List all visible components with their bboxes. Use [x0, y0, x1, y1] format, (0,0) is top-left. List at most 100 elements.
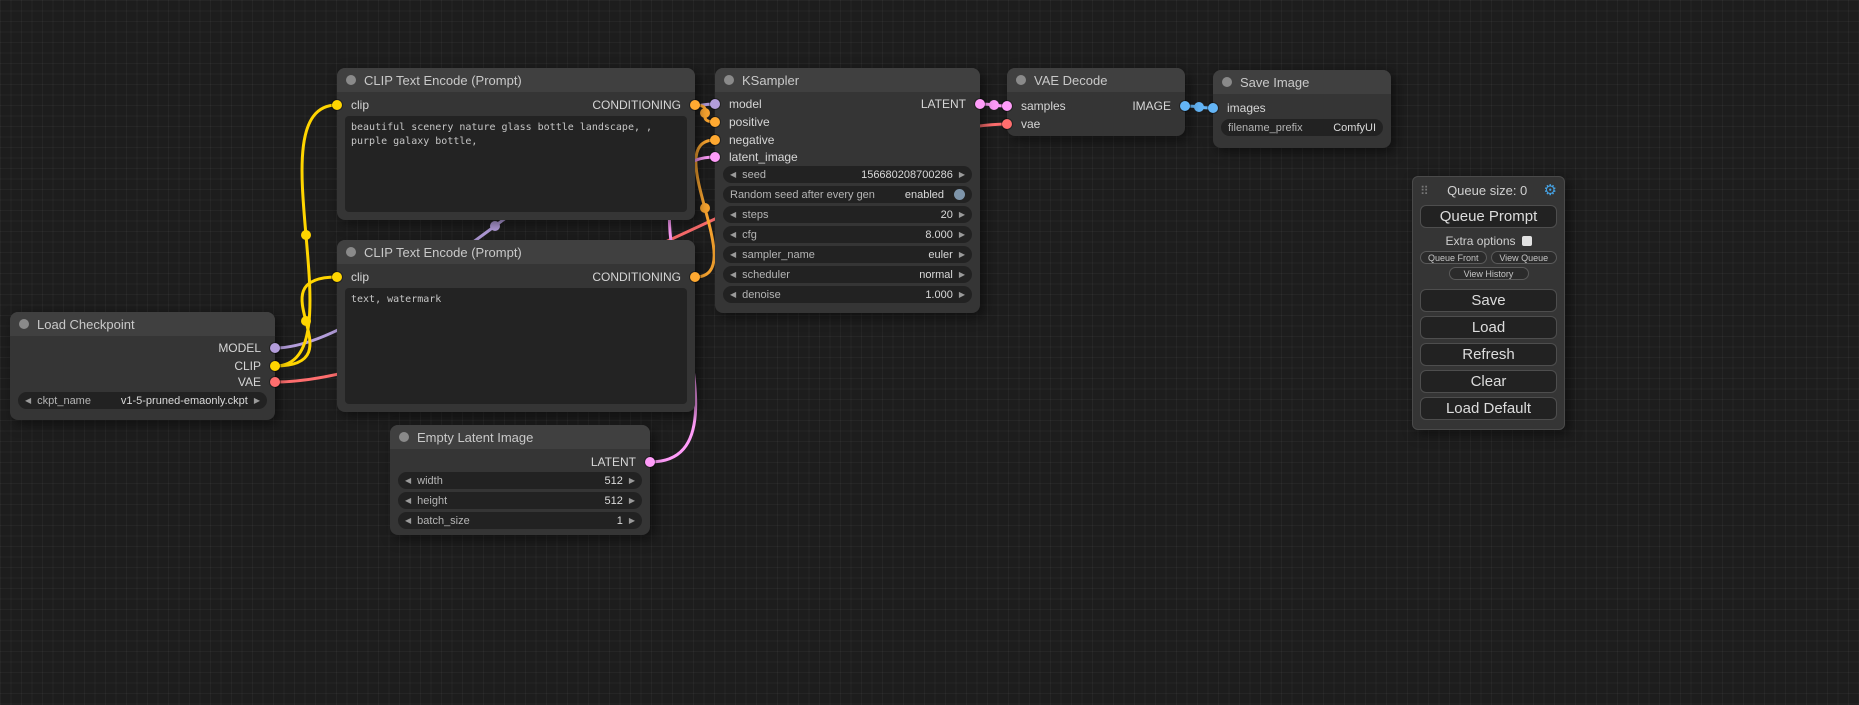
decrement-icon[interactable]: ◀: [730, 211, 736, 219]
input-port-latent-image[interactable]: latent_image: [715, 149, 798, 165]
latent-port-dot[interactable]: [1002, 101, 1012, 111]
conditioning-port-dot[interactable]: [690, 272, 700, 282]
positive-prompt-textarea[interactable]: beautiful scenery nature glass bottle la…: [345, 116, 687, 212]
queue-panel[interactable]: ⠿ Queue size: 0 ⚙ Queue Prompt Extra opt…: [1412, 176, 1565, 430]
decrement-icon[interactable]: ◀: [730, 271, 736, 279]
node-save-image[interactable]: Save Image images filename_prefix ComfyU…: [1213, 70, 1391, 148]
decrement-icon[interactable]: ◀: [25, 397, 31, 405]
vae-port-dot[interactable]: [270, 377, 280, 387]
view-queue-button[interactable]: View Queue: [1491, 251, 1558, 264]
toggle-knob-icon[interactable]: [954, 189, 965, 200]
conditioning-port-dot[interactable]: [710, 117, 720, 127]
clip-positive-title-bar[interactable]: CLIP Text Encode (Prompt): [337, 68, 695, 92]
wire-midpoint-dot[interactable]: [989, 100, 999, 110]
collapse-icon[interactable]: [19, 319, 29, 329]
gear-icon[interactable]: ⚙: [1544, 183, 1557, 198]
clip-port-dot[interactable]: [270, 361, 280, 371]
save-button[interactable]: Save: [1420, 289, 1557, 312]
increment-icon[interactable]: ▶: [629, 517, 635, 525]
ksampler-title-bar[interactable]: KSampler: [715, 68, 980, 92]
increment-icon[interactable]: ▶: [629, 497, 635, 505]
input-port-vae[interactable]: vae: [1007, 116, 1040, 132]
output-port-clip[interactable]: CLIP: [234, 358, 275, 374]
node-clip-text-encode-negative[interactable]: CLIP Text Encode (Prompt) clip CONDITION…: [337, 240, 695, 412]
input-port-positive[interactable]: positive: [715, 114, 770, 130]
width-widget[interactable]: ◀ width 512 ▶: [398, 472, 642, 489]
conditioning-port-dot[interactable]: [710, 135, 720, 145]
vae-port-dot[interactable]: [1002, 119, 1012, 129]
collapse-icon[interactable]: [346, 247, 356, 257]
steps-widget[interactable]: ◀ steps 20 ▶: [723, 206, 972, 223]
random-seed-toggle-widget[interactable]: Random seed after every gen enabled: [723, 186, 972, 203]
clip-port-dot[interactable]: [332, 100, 342, 110]
increment-icon[interactable]: ▶: [959, 251, 965, 259]
collapse-icon[interactable]: [1222, 77, 1232, 87]
input-port-model[interactable]: model: [715, 96, 762, 112]
batch-size-widget[interactable]: ◀ batch_size 1 ▶: [398, 512, 642, 529]
seed-widget[interactable]: ◀ seed 156680208700286 ▶: [723, 166, 972, 183]
wire-midpoint-dot[interactable]: [301, 230, 311, 240]
output-port-latent[interactable]: LATENT: [591, 454, 650, 470]
conditioning-port-dot[interactable]: [690, 100, 700, 110]
decrement-icon[interactable]: ◀: [730, 291, 736, 299]
decrement-icon[interactable]: ◀: [730, 171, 736, 179]
queue-prompt-button[interactable]: Queue Prompt: [1420, 205, 1557, 228]
refresh-button[interactable]: Refresh: [1420, 343, 1557, 366]
increment-icon[interactable]: ▶: [959, 271, 965, 279]
node-vae-decode[interactable]: VAE Decode samples vae IMAGE: [1007, 68, 1185, 136]
output-port-vae[interactable]: VAE: [238, 374, 275, 390]
image-port-dot[interactable]: [1208, 103, 1218, 113]
height-widget[interactable]: ◀ height 512 ▶: [398, 492, 642, 509]
decrement-icon[interactable]: ◀: [405, 517, 411, 525]
ckpt-name-widget[interactable]: ◀ ckpt_name v1-5-pruned-emaonly.ckpt ▶: [18, 392, 267, 409]
image-port-dot[interactable]: [1180, 101, 1190, 111]
clip-negative-title-bar[interactable]: CLIP Text Encode (Prompt): [337, 240, 695, 264]
output-port-conditioning[interactable]: CONDITIONING: [592, 269, 695, 285]
node-ksampler[interactable]: KSampler model positive negative latent_…: [715, 68, 980, 313]
scheduler-widget[interactable]: ◀ scheduler normal ▶: [723, 266, 972, 283]
decrement-icon[interactable]: ◀: [405, 477, 411, 485]
latent-port-dot[interactable]: [645, 457, 655, 467]
load-button[interactable]: Load: [1420, 316, 1557, 339]
decrement-icon[interactable]: ◀: [730, 251, 736, 259]
output-port-latent[interactable]: LATENT: [921, 96, 980, 112]
collapse-icon[interactable]: [399, 432, 409, 442]
cfg-widget[interactable]: ◀ cfg 8.000 ▶: [723, 226, 972, 243]
node-empty-latent-image[interactable]: Empty Latent Image LATENT ◀ width 512 ▶ …: [390, 425, 650, 535]
latent-port-dot[interactable]: [975, 99, 985, 109]
node-clip-text-encode-positive[interactable]: CLIP Text Encode (Prompt) clip CONDITION…: [337, 68, 695, 220]
output-port-model[interactable]: MODEL: [218, 340, 275, 356]
vae-decode-title-bar[interactable]: VAE Decode: [1007, 68, 1185, 92]
wire-midpoint-dot[interactable]: [490, 221, 500, 231]
increment-icon[interactable]: ▶: [959, 231, 965, 239]
increment-icon[interactable]: ▶: [959, 291, 965, 299]
sampler-name-widget[interactable]: ◀ sampler_name euler ▶: [723, 246, 972, 263]
decrement-icon[interactable]: ◀: [730, 231, 736, 239]
collapse-icon[interactable]: [1016, 75, 1026, 85]
filename-prefix-widget[interactable]: filename_prefix ComfyUI: [1221, 119, 1383, 136]
denoise-widget[interactable]: ◀ denoise 1.000 ▶: [723, 286, 972, 303]
wire-midpoint-dot[interactable]: [700, 108, 710, 118]
empty-latent-title-bar[interactable]: Empty Latent Image: [390, 425, 650, 449]
clear-button[interactable]: Clear: [1420, 370, 1557, 393]
output-port-conditioning[interactable]: CONDITIONING: [592, 97, 695, 113]
input-port-samples[interactable]: samples: [1007, 98, 1066, 114]
latent-port-dot[interactable]: [710, 152, 720, 162]
input-port-clip[interactable]: clip: [337, 269, 369, 285]
model-port-dot[interactable]: [270, 343, 280, 353]
save-image-title-bar[interactable]: Save Image: [1213, 70, 1391, 94]
queue-front-button[interactable]: Queue Front: [1420, 251, 1487, 264]
collapse-icon[interactable]: [724, 75, 734, 85]
view-history-button[interactable]: View History: [1449, 267, 1529, 280]
increment-icon[interactable]: ▶: [959, 211, 965, 219]
clip-port-dot[interactable]: [332, 272, 342, 282]
load-default-button[interactable]: Load Default: [1420, 397, 1557, 420]
input-port-images[interactable]: images: [1213, 100, 1266, 116]
drag-handle-icon[interactable]: ⠿: [1420, 184, 1429, 198]
model-port-dot[interactable]: [710, 99, 720, 109]
increment-icon[interactable]: ▶: [959, 171, 965, 179]
load-checkpoint-title-bar[interactable]: Load Checkpoint: [10, 312, 275, 336]
decrement-icon[interactable]: ◀: [405, 497, 411, 505]
wire-midpoint-dot[interactable]: [1194, 102, 1204, 112]
output-port-image[interactable]: IMAGE: [1132, 98, 1185, 114]
